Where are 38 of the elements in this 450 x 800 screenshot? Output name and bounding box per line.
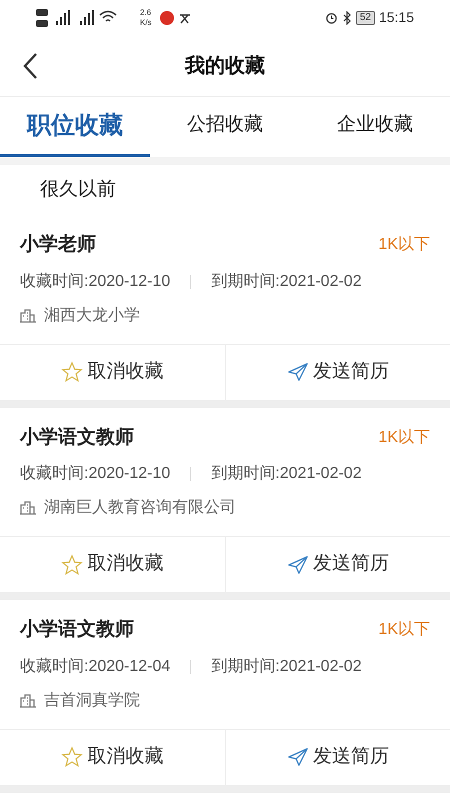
paper-plane-icon <box>286 361 309 383</box>
network-speed: 2.6 <box>140 8 152 18</box>
battery-indicator: 52 <box>356 10 375 24</box>
expiry-time: 到期时间:2021-02-02 <box>211 656 362 676</box>
star-icon <box>61 554 84 576</box>
send-resume-button[interactable]: 发送简历 <box>226 344 450 400</box>
saved-time: 收藏时间:2020-12-04 <box>20 656 170 676</box>
page-title: 我的收藏 <box>185 54 265 78</box>
company-name: 湘西大龙小学 <box>44 306 140 326</box>
job-title: 小学语文教师 <box>20 618 134 642</box>
building-icon <box>20 694 36 708</box>
send-resume-button[interactable]: 发送简历 <box>226 730 450 784</box>
section-label: 很久以前 <box>40 178 116 202</box>
paper-plane-icon <box>286 554 309 576</box>
company-name: 吉首洞真学院 <box>44 690 140 710</box>
expiry-time: 到期时间:2021-02-02 <box>211 464 362 484</box>
clock-time: 15:15 <box>378 8 414 27</box>
tab[interactable]: 企业收藏 <box>300 97 450 157</box>
salary-label: 1K以下 <box>378 620 430 640</box>
salary-label: 1K以下 <box>378 428 430 448</box>
building-icon <box>20 308 36 322</box>
star-icon <box>61 361 84 383</box>
job-title: 小学语文教师 <box>20 426 134 450</box>
star-icon <box>61 746 84 768</box>
company-name: 湖南巨人教育咨询有限公司 <box>44 497 236 518</box>
saved-time: 收藏时间:2020-12-10 <box>20 272 170 292</box>
job-title: 小学老师 <box>20 233 96 257</box>
tab[interactable]: 公招收藏 <box>150 97 300 157</box>
network-speed-unit: K/s <box>140 18 152 28</box>
alarm-icon <box>324 11 338 24</box>
building-icon <box>20 501 36 515</box>
paper-plane-icon <box>286 746 309 768</box>
expiry-time: 到期时间:2021-02-02 <box>211 272 362 292</box>
app-badge-icon <box>160 10 174 24</box>
send-resume-button[interactable]: 发送简历 <box>226 537 450 592</box>
salary-label: 1K以下 <box>378 234 430 256</box>
bluetooth-icon <box>342 10 352 24</box>
saved-time: 收藏时间:2020-12-10 <box>20 464 170 484</box>
